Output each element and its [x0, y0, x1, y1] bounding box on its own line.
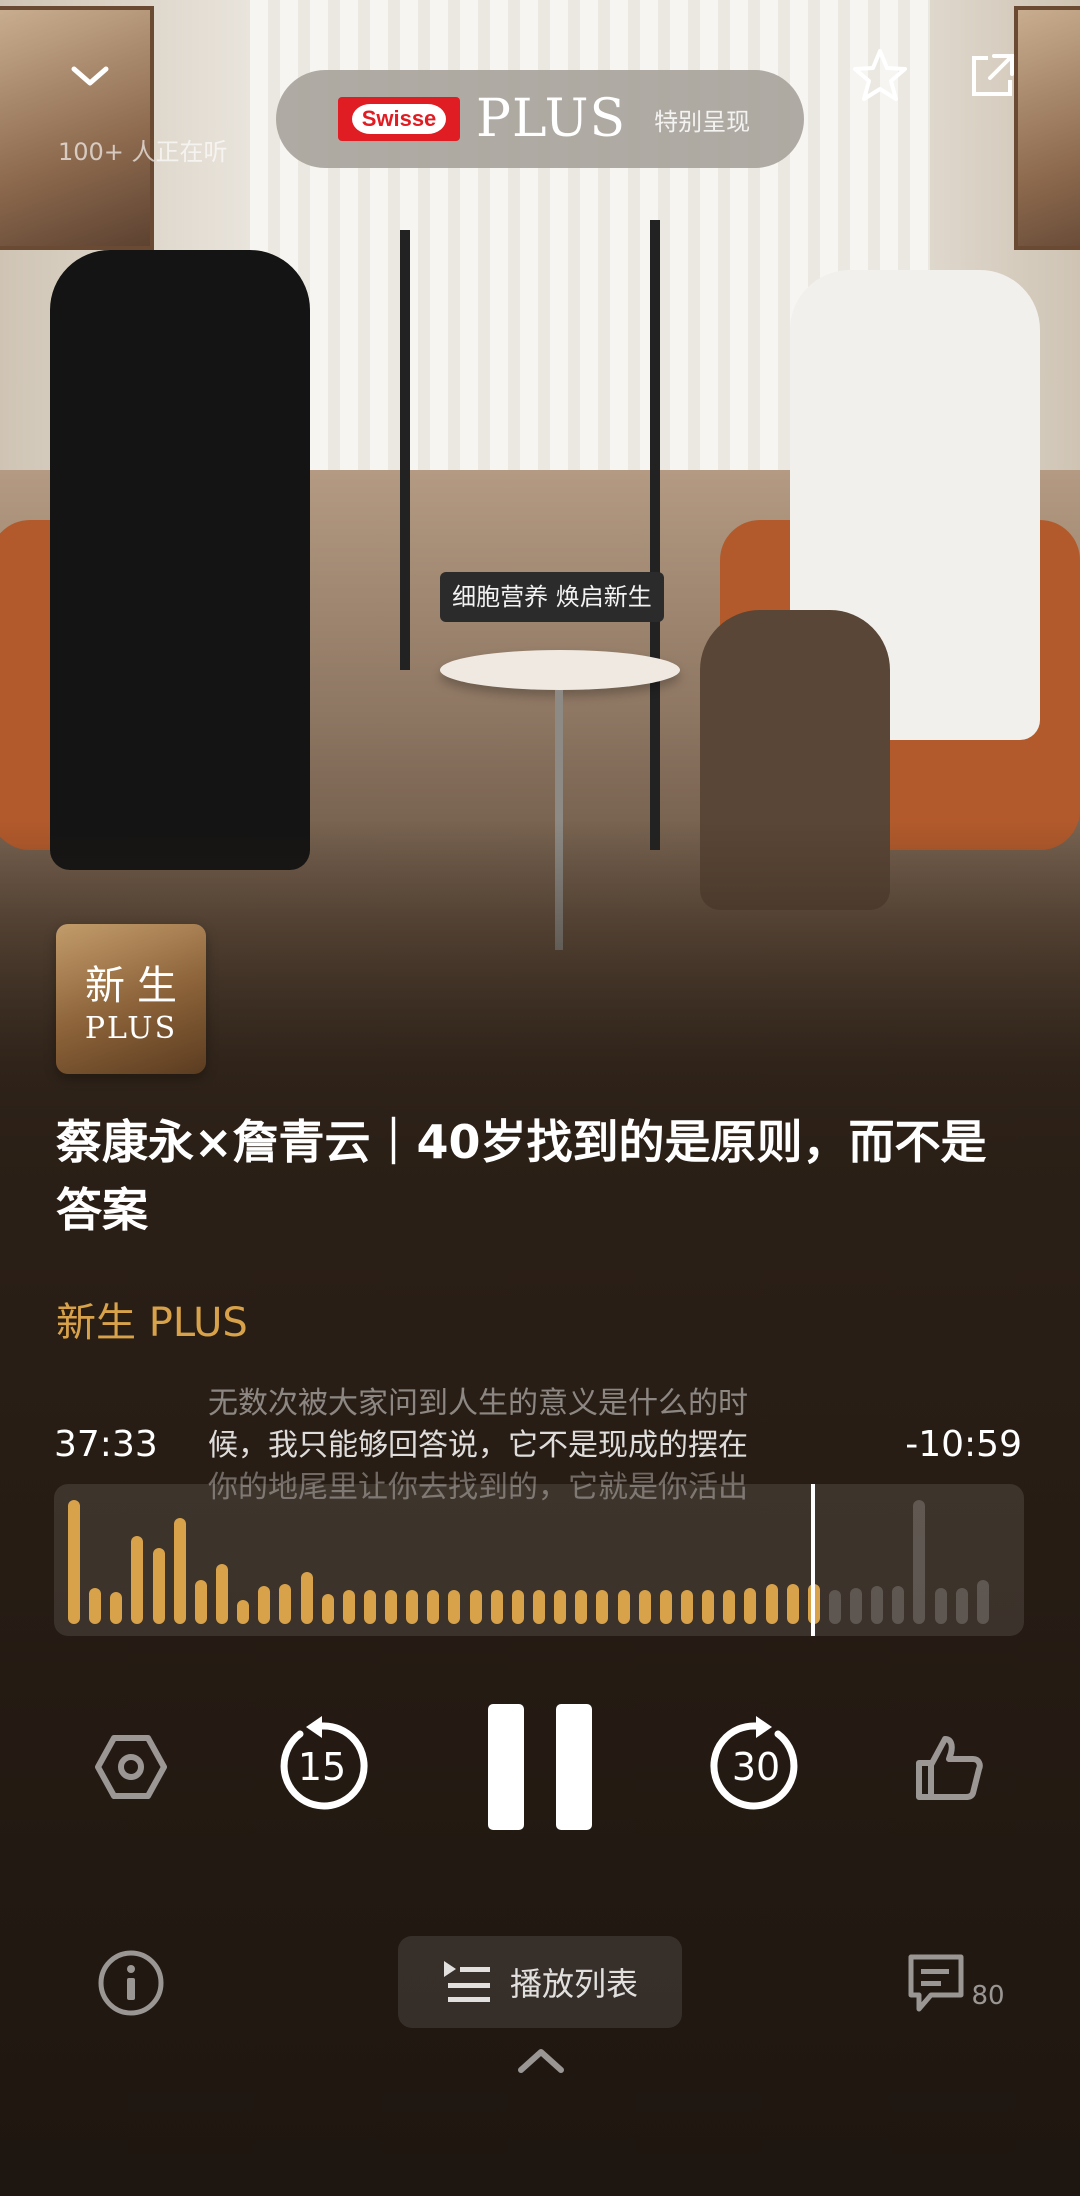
- collapse-button[interactable]: [60, 52, 120, 102]
- elapsed-time: 37:33: [54, 1424, 158, 1465]
- star-icon: [853, 49, 907, 101]
- waveform-bar: [976, 1580, 989, 1624]
- swisse-logo: Swisse: [338, 97, 460, 141]
- waveform-bar: [511, 1590, 524, 1624]
- comment-icon: [908, 1954, 964, 2012]
- waveform-bar: [934, 1588, 947, 1624]
- like-button[interactable]: [908, 1726, 990, 1808]
- wall-art-right: [1014, 6, 1080, 250]
- playlist-button[interactable]: 播放列表: [398, 1936, 682, 2028]
- transcript-line-current: 候，我只能够回答说，它不是现成的摆在: [208, 1428, 748, 1463]
- waveform-bar: [955, 1588, 968, 1624]
- favorite-button[interactable]: [848, 44, 912, 108]
- expand-up-button[interactable]: [514, 2042, 568, 2078]
- mic-stand-left: [400, 230, 410, 670]
- waveform-bar: [300, 1572, 313, 1624]
- album-cover[interactable]: 新生 PLUS: [56, 924, 206, 1074]
- waveform-bar: [596, 1590, 609, 1624]
- host-figure: [50, 250, 310, 870]
- waveform-bar: [279, 1584, 292, 1624]
- product-sign: 细胞营养 焕启新生: [440, 572, 664, 622]
- wall-art-left: [0, 6, 154, 250]
- chevron-down-icon: [71, 66, 109, 86]
- waveform-bar: [617, 1590, 630, 1624]
- forward-30-button[interactable]: 30: [706, 1716, 806, 1816]
- waveform-bar: [363, 1590, 376, 1624]
- remaining-time: -10:59: [905, 1424, 1022, 1465]
- episode-title: 蔡康永×詹青云｜40岁找到的是原则，而不是答案: [56, 1115, 987, 1237]
- side-table: [440, 650, 680, 690]
- waveform-bar: [765, 1584, 778, 1624]
- waveform-seekbar[interactable]: [54, 1484, 1024, 1636]
- waveform-bar: [892, 1586, 905, 1624]
- comment-count: 80: [971, 1981, 1005, 2011]
- waveform-bar: [406, 1590, 419, 1624]
- waveform-bar: [385, 1590, 398, 1624]
- waveform-bar: [786, 1584, 799, 1624]
- waveform-bar: [702, 1590, 715, 1624]
- waveform-bar: [533, 1590, 545, 1624]
- waveform-bar: [194, 1580, 207, 1624]
- sponsor-banner[interactable]: Swisse PLUS 特别呈现: [276, 70, 804, 168]
- waveform-bar: [744, 1588, 757, 1624]
- playhead[interactable]: [811, 1484, 815, 1636]
- settings-button[interactable]: [90, 1726, 172, 1808]
- waveform-bar: [215, 1564, 228, 1624]
- hexagon-gear-icon: [95, 1735, 167, 1799]
- playlist-label: 播放列表: [509, 1965, 638, 2003]
- waveform-bar: [237, 1600, 250, 1624]
- waveform-bar: [110, 1592, 123, 1624]
- mic-stand-right: [650, 220, 660, 850]
- pause-icon: [488, 1704, 592, 1830]
- waveform-bar: [575, 1590, 588, 1624]
- channel-name[interactable]: 新生 PLUS: [56, 1290, 248, 1348]
- listener-count: 100+ 人正在听: [58, 138, 228, 166]
- svg-text:30: 30: [732, 1745, 780, 1789]
- waveform-bar: [131, 1536, 144, 1624]
- waveform-bar: [490, 1590, 503, 1624]
- info-icon: [98, 1950, 164, 2016]
- waveform-bar: [723, 1590, 736, 1624]
- waveform-bar: [68, 1500, 80, 1624]
- playlist-icon: [443, 1961, 490, 2002]
- comments-button[interactable]: 80: [900, 1944, 1010, 2024]
- rewind-icon: 15: [280, 1716, 368, 1810]
- waveform-bar: [152, 1548, 165, 1624]
- svg-text:15: 15: [298, 1745, 346, 1789]
- rewind-15-button[interactable]: 15: [272, 1716, 372, 1816]
- waveform-bar: [258, 1586, 271, 1624]
- thumbs-up-icon: [916, 1736, 983, 1800]
- sponsor-note: 特别呈现: [654, 107, 751, 136]
- waveform-bar: [342, 1590, 355, 1624]
- waveform-bar: [448, 1590, 461, 1624]
- waveform-bar: [659, 1590, 672, 1624]
- waveform-bar: [850, 1588, 863, 1624]
- forward-icon: 30: [710, 1716, 798, 1810]
- waveform-bar: [554, 1590, 567, 1624]
- waveform-bar: [469, 1590, 482, 1624]
- chevron-up-icon: [518, 2049, 564, 2073]
- waveform-bar: [173, 1518, 186, 1624]
- waveform-bar: [828, 1590, 841, 1624]
- pause-button[interactable]: [486, 1700, 594, 1834]
- waveform-bar: [638, 1590, 651, 1624]
- share-icon: [972, 54, 1014, 96]
- waveform-bar: [89, 1588, 102, 1624]
- transcript-line: 无数次被大家问到人生的意义是什么的时: [208, 1386, 748, 1421]
- share-button[interactable]: [960, 44, 1024, 108]
- waveform-bar: [321, 1594, 334, 1624]
- plus-logo: PLUS: [476, 89, 627, 149]
- info-button[interactable]: [94, 1946, 168, 2020]
- waveform-bar: [913, 1500, 926, 1624]
- waveform-bar: [680, 1590, 693, 1624]
- waveform-bar: [871, 1586, 884, 1624]
- waveform-bar: [427, 1590, 440, 1624]
